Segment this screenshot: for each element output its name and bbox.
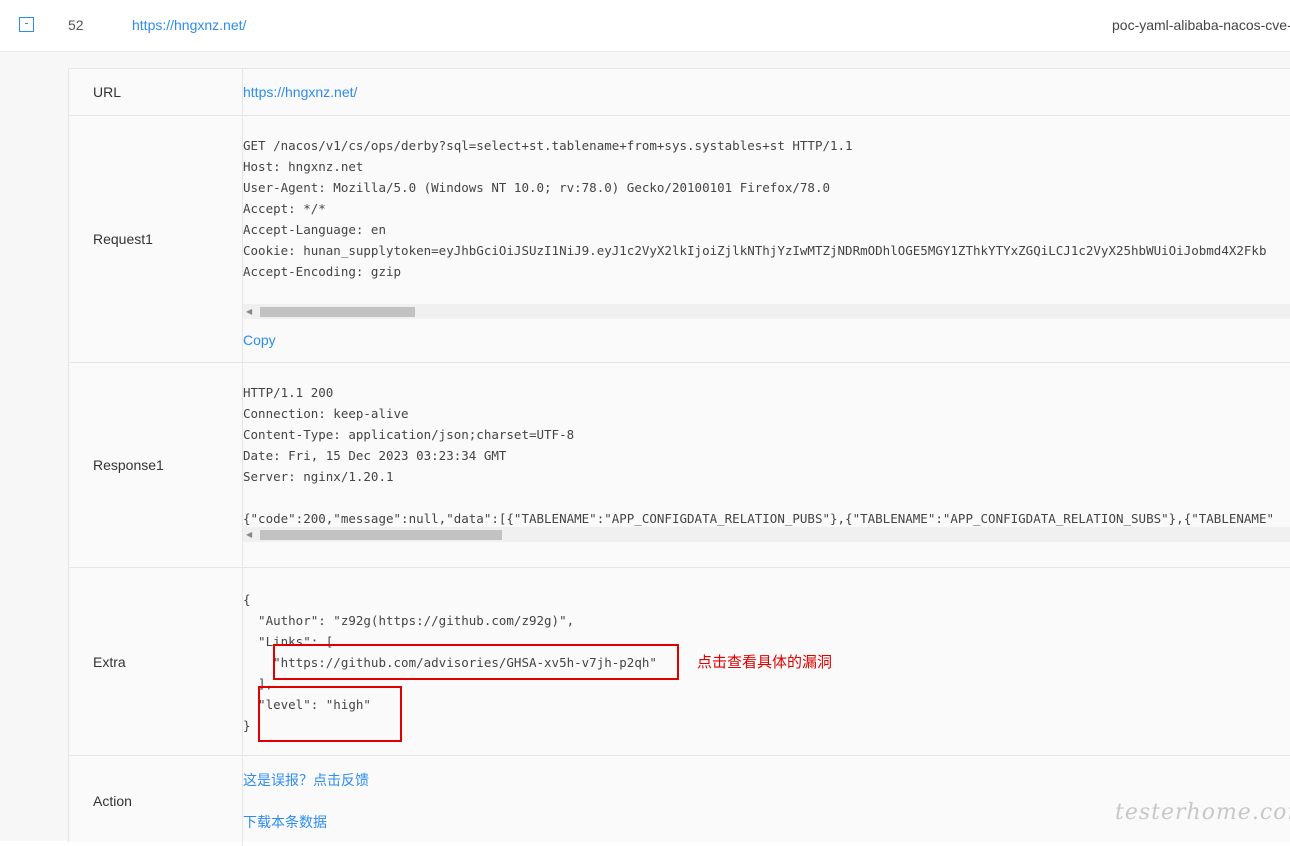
request-text: GET /nacos/v1/cs/ops/derby?sql=select+st… [243, 138, 1267, 279]
detail-row-extra: Extra { "Author": "z92g(https://github.c… [69, 568, 1290, 756]
row-url-link[interactable]: https://hngxnz.net/ [132, 17, 246, 33]
detail-label-extra: Extra [69, 568, 243, 755]
detail-row-url: URL https://hngxnz.net/ [69, 69, 1290, 116]
result-row: - 52 https://hngxnz.net/ poc-yaml-alibab… [0, 0, 1290, 52]
detail-label-action: Action [69, 756, 243, 846]
scroll-left-arrow-icon[interactable]: ◀ [246, 307, 252, 316]
download-record-link[interactable]: 下载本条数据 [243, 812, 327, 832]
response-horizontal-scrollbar[interactable]: ◀ [243, 527, 1290, 542]
detail-value-response: HTTP/1.1 200 Connection: keep-alive Cont… [243, 363, 1290, 567]
detail-label-response: Response1 [69, 363, 243, 567]
scroll-left-arrow-icon[interactable]: ◀ [246, 530, 252, 539]
request-scroll-thumb[interactable] [260, 307, 415, 317]
collapse-toggle-button[interactable]: - [19, 17, 34, 32]
detail-value-url: https://hngxnz.net/ [243, 69, 1290, 115]
row-poc-name: poc-yaml-alibaba-nacos-cve- [1112, 17, 1290, 33]
annotation-box-level [258, 686, 402, 742]
watermark-text: testerhome.com [1115, 800, 1290, 825]
detail-table: URL https://hngxnz.net/ Request1 GET /na… [68, 68, 1290, 846]
detail-value-request: GET /nacos/v1/cs/ops/derby?sql=select+st… [243, 116, 1290, 362]
detail-label-request: Request1 [69, 116, 243, 362]
annotation-box-links [273, 644, 679, 680]
copy-request-button[interactable]: Copy [243, 332, 276, 348]
detail-row-response: Response1 HTTP/1.1 200 Connection: keep-… [69, 363, 1290, 568]
detail-label-url: URL [69, 69, 243, 115]
request-horizontal-scrollbar[interactable]: ◀ [243, 304, 1290, 319]
response-text: HTTP/1.1 200 Connection: keep-alive Cont… [243, 385, 1275, 526]
report-false-positive-link[interactable]: 这是误报？点击反馈 [243, 770, 369, 790]
row-number: 52 [68, 17, 84, 33]
detail-row-action: Action 这是误报？点击反馈 下载本条数据 [69, 756, 1290, 846]
detail-url-link[interactable]: https://hngxnz.net/ [243, 84, 357, 100]
detail-panel: URL https://hngxnz.net/ Request1 GET /na… [0, 52, 1290, 846]
detail-row-request: Request1 GET /nacos/v1/cs/ops/derby?sql=… [69, 116, 1290, 363]
response-scroll-thumb[interactable] [260, 530, 502, 540]
annotation-label: 点击查看具体的漏洞 [697, 654, 833, 671]
